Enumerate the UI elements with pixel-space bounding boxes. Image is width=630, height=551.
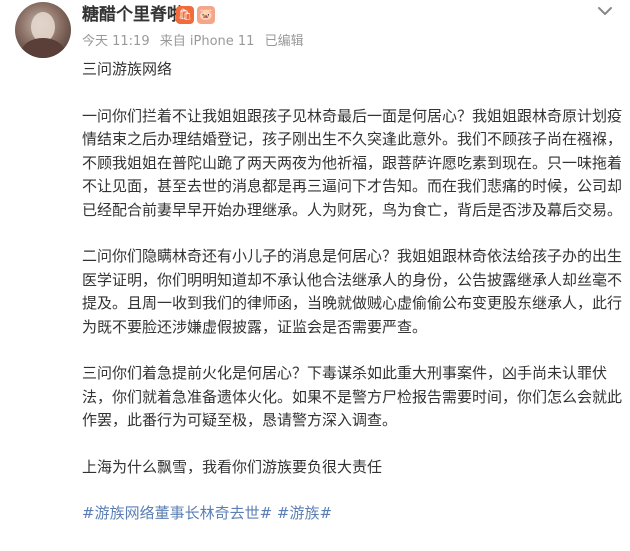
weibo-post: 糖醋个里脊啦 🛍 🐷 今天 11:19 来自 iPhone 11 已编辑 三问游… [0, 0, 630, 551]
paragraph-3: 三问你们着急提前火化是何居心？下毒谋杀如此重大刑事案件，凶手尚未认罪伏法，你们就… [82, 364, 623, 429]
paragraph-4: 上海为什么飘雪，我看你们游族要负很大责任 [82, 457, 383, 476]
more-options-button[interactable] [592, 0, 618, 22]
chevron-down-icon [598, 7, 612, 15]
avatar[interactable] [15, 2, 71, 58]
post-content: 三问游族网络 一问你们拦着不让我姐姐跟孩子见林奇最后一面是何居心？我姐姐跟林奇原… [82, 58, 622, 526]
paragraph-2: 二问你们隐瞒林奇还有小儿子的消息是何居心？我姐姐跟林奇依法给孩子办的出生医学证明… [82, 247, 623, 336]
edited-label[interactable]: 已编辑 [265, 34, 304, 49]
hashtag-link-2[interactable]: #游族# [277, 504, 332, 522]
shopping-bag-badge-icon[interactable]: 🛍 [176, 6, 194, 24]
paragraph-1: 一问你们拦着不让我姐姐跟孩子见林奇最后一面是何居心？我姐姐跟林奇原计划疫情结束之… [82, 106, 623, 219]
hashtag-row: #游族网络董事长林奇去世# #游族# [82, 502, 622, 526]
post-title: 三问游族网络 [82, 60, 173, 78]
hashtag-link-1[interactable]: #游族网络董事长林奇去世# [82, 504, 272, 522]
post-meta: 今天 11:19 来自 iPhone 11 已编辑 [82, 33, 310, 51]
post-source[interactable]: 来自 iPhone 11 [160, 34, 255, 49]
avatar-body [21, 38, 65, 58]
user-badges: 🛍 🐷 [176, 6, 215, 24]
post-time: 今天 11:19 [82, 34, 150, 49]
pig-badge-icon[interactable]: 🐷 [197, 6, 215, 24]
username[interactable]: 糖醋个里脊啦 [82, 4, 184, 26]
